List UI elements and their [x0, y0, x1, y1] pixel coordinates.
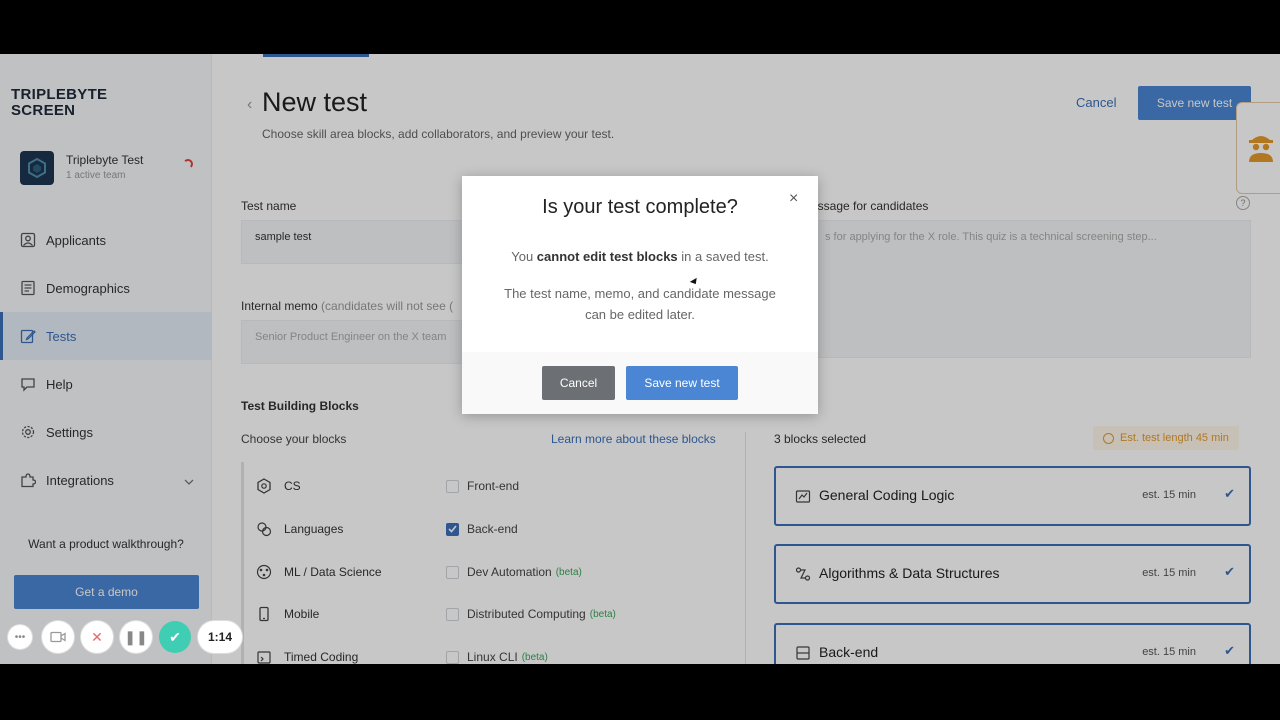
confirm-dialog: Is your test complete? × You cannot edit… — [462, 176, 818, 414]
dialog-save-button[interactable]: Save new test — [626, 366, 738, 400]
recording-timer: 1:14 — [198, 621, 242, 653]
discard-recording-icon[interactable]: ✕ — [81, 621, 113, 653]
pause-icon[interactable]: ❚❚ — [120, 621, 152, 653]
dialog-cancel-button[interactable]: Cancel — [542, 366, 615, 400]
dialog-warning-post: in a saved test. — [681, 249, 769, 264]
close-icon[interactable]: × — [789, 190, 798, 208]
dialog-warning-bold: cannot edit test blocks — [536, 249, 678, 264]
more-options-icon[interactable]: ••• — [8, 625, 32, 649]
dialog-info-text: The test name, memo, and candidate messa… — [504, 286, 776, 322]
dialog-warning-text: You cannot edit test blocks in a saved t… — [462, 249, 818, 264]
dialog-title: Is your test complete? — [542, 196, 738, 218]
finish-recording-icon[interactable]: ✔ — [159, 621, 191, 653]
dialog-warning-pre: You — [511, 249, 534, 264]
camera-icon[interactable] — [42, 621, 74, 653]
